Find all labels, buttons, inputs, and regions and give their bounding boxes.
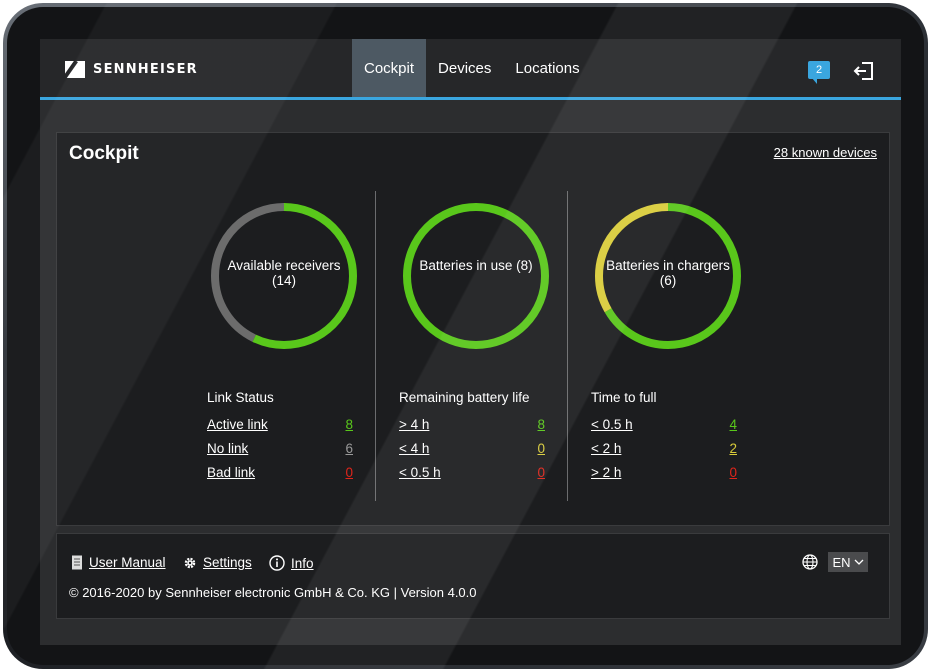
notification-count: 2 (815, 64, 823, 76)
stat-row: No link 6 (207, 441, 353, 459)
tab-locations[interactable]: Locations (503, 39, 591, 97)
stat-row-label[interactable]: Bad link (207, 465, 255, 480)
tablet-bezel: SENNHEISER Cockpit Devices Locations 2 C… (7, 7, 924, 665)
stat-row-label[interactable]: > 2 h (591, 465, 621, 480)
stat-row-value[interactable]: 4 (729, 417, 737, 432)
status-ring-chart (403, 203, 549, 349)
stat-row: Bad link 0 (207, 465, 353, 483)
ring-segment (403, 203, 549, 349)
copyright-text: © 2016-2020 by Sennheiser electronic Gmb… (69, 585, 477, 600)
stat-row-label[interactable]: < 0.5 h (591, 417, 633, 432)
info-link[interactable]: Info (269, 555, 314, 571)
stat-row-label[interactable]: < 2 h (591, 441, 621, 456)
stat-row-value[interactable]: 8 (537, 417, 545, 432)
info-label: Info (291, 555, 314, 571)
stat-row: < 2 h 2 (591, 441, 737, 459)
batteries-in-chargers-column: Batteries in chargers (6) Time to full < 0… (591, 133, 783, 525)
manual-icon (72, 555, 82, 570)
user-manual-link[interactable]: User Manual (71, 555, 166, 570)
tab-cockpit[interactable]: Cockpit (352, 39, 427, 97)
stat-row: < 0.5 h 4 (591, 417, 737, 435)
main-nav: Cockpit Devices Locations (352, 39, 592, 97)
cockpit-panel: Cockpit 28 known devices Available recei… (56, 132, 890, 526)
footer: User Manual Settings Info © 2016-2020 by… (56, 533, 890, 619)
brand-mark-icon (65, 60, 85, 78)
stat-row-label[interactable]: No link (207, 441, 248, 456)
stat-row-value[interactable]: 0 (537, 465, 545, 480)
app-screen: SENNHEISER Cockpit Devices Locations 2 C… (40, 39, 901, 645)
info-icon (269, 555, 285, 571)
stat-row: < 0.5 h 0 (399, 465, 545, 483)
stat-row-value[interactable]: 6 (345, 441, 353, 456)
stat-row: > 4 h 8 (399, 417, 545, 435)
logout-icon[interactable] (853, 60, 875, 82)
brand-logo: SENNHEISER (65, 58, 198, 80)
stat-row-label[interactable]: < 4 h (399, 441, 429, 456)
ring-label: Available receivers (14) (227, 258, 341, 288)
stat-title: Link Status (207, 390, 274, 405)
chevron-down-icon (854, 559, 863, 565)
settings-label: Settings (203, 555, 252, 570)
receivers-column: Available receivers (14) Link Status Activ… (207, 133, 399, 525)
stat-row-value[interactable]: 0 (537, 441, 545, 456)
stat-row-value[interactable]: 0 (345, 465, 353, 480)
globe-icon (802, 554, 818, 570)
tablet-frame: SENNHEISER Cockpit Devices Locations 2 C… (3, 3, 928, 669)
language-value: EN (832, 554, 851, 570)
tab-devices[interactable]: Devices (426, 39, 503, 97)
stat-row-label[interactable]: Active link (207, 417, 268, 432)
page-title: Cockpit (69, 143, 139, 164)
stat-row: < 4 h 0 (399, 441, 545, 459)
gear-icon (184, 557, 196, 568)
stat-title: Time to full (591, 390, 657, 405)
top-bar: SENNHEISER Cockpit Devices Locations 2 (40, 39, 901, 100)
user-manual-label: User Manual (89, 555, 166, 570)
stat-row-value[interactable]: 0 (729, 465, 737, 480)
stat-row-label[interactable]: < 0.5 h (399, 465, 441, 480)
stat-row-value[interactable]: 8 (345, 417, 353, 432)
stat-row: > 2 h 0 (591, 465, 737, 483)
brand-name: SENNHEISER (93, 61, 198, 77)
stat-row-label[interactable]: > 4 h (399, 417, 429, 432)
stat-row-value[interactable]: 2 (729, 441, 737, 456)
stat-row: Active link 8 (207, 417, 353, 435)
stat-title: Remaining battery life (399, 390, 530, 405)
language-select[interactable]: EN (828, 552, 868, 572)
chat-icon[interactable]: 2 (808, 61, 830, 84)
ring-label: Batteries in chargers (6) (606, 258, 730, 288)
settings-link[interactable]: Settings (183, 555, 252, 570)
ring-label: Batteries in use (8) (419, 258, 533, 273)
known-devices-link[interactable]: 28 known devices (774, 145, 877, 160)
batteries-in-use-column: Batteries in use (8) Remaining battery li… (399, 133, 591, 525)
